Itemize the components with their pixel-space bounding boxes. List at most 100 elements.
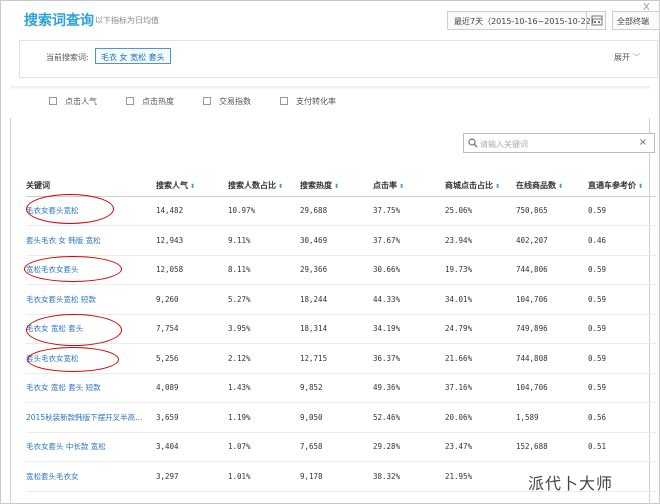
table-cell: 749,896 [516,314,588,344]
table-cell: 9,260 [156,284,228,315]
table-cell: 104,706 [516,284,588,315]
date-range-picker[interactable]: 最近7天（2015-10-16~2015-10-22） [447,11,606,30]
filter-label: 交易指数 [219,97,251,106]
checkbox-icon [203,97,211,105]
table-cell: 29,366 [300,255,373,285]
column-header-label: 关键词 [26,180,50,190]
filter-checkbox-trade-index[interactable]: 交易指数 [203,96,251,107]
checkbox-icon [280,97,288,105]
table-cell: 5,256 [156,343,228,374]
filter-checkbox-pay-conversion[interactable]: 支付转化率 [280,96,336,107]
table-cell: 3.95% [228,314,300,344]
sort-icon[interactable]: ⬍ [190,183,195,190]
table-cell: 29,688 [300,196,373,226]
table-cell: 37.67% [373,225,445,256]
column-header[interactable]: 商城点击占比 ⬍ [445,175,516,197]
search-icon [468,138,478,150]
table-cell: 0.59 [588,373,656,403]
table-cell: 9,178 [300,461,373,492]
expand-label: 展开 [614,53,630,62]
table-cell: 0.51 [588,432,656,462]
column-header-label: 在线商品数 [516,180,556,190]
table-cell: 1.07% [228,432,300,462]
table-cell: 34.19% [373,314,445,344]
sort-icon[interactable]: ⬍ [334,183,339,190]
table-cell: 12,943 [156,225,228,256]
date-range-label: 最近7天（2015-10-16~2015-10-22） [454,17,599,26]
table-cell: 3,404 [156,432,228,462]
table-cell: 4,089 [156,373,228,403]
table-cell: 9.11% [228,225,300,256]
table-header-row: 关键词 搜索人气 ⬍ 搜索人数占比 ⬍ 搜索热度 ⬍ 点击率 ⬍ 商城点击占比 ⬍ 在线商品数 ⬍ 直通车… [26,175,656,197]
column-header[interactable]: 点击率 ⬍ [373,175,445,197]
keyword-link[interactable]: 毛衣女 宽松 套头 短款 [26,373,156,403]
table-cell: 744,806 [516,255,588,285]
table-cell: 744,808 [516,343,588,374]
column-header[interactable]: 在线商品数 ⬍ [516,175,588,197]
sort-icon[interactable]: ⬍ [399,183,404,190]
terminal-select[interactable]: 全部终端 [612,11,660,30]
table-cell: 12,715 [300,343,373,374]
column-header-label: 搜索热度 [300,180,332,190]
clear-icon[interactable]: × [639,137,647,148]
sort-icon[interactable]: ⬍ [278,183,283,190]
table-cell: 29.28% [373,432,445,462]
keyword-link[interactable]: 毛衣女套头宽松 短款 [26,284,156,315]
calendar-icon[interactable] [586,11,606,30]
table-body: 毛衣女套头宽松 14,482 10.97% 29,688 37.75% 25.06% 750… [26,196,656,492]
table-cell: 3,659 [156,402,228,433]
table-cell: 2.12% [228,343,300,374]
table-cell: 30.66% [373,255,445,285]
table-cell: 9,050 [300,402,373,433]
table-cell: 8.11% [228,255,300,285]
table-cell: 402,207 [516,225,588,256]
filter-label: 点击人气 [65,97,97,106]
table-cell: 7,754 [156,314,228,344]
keyword-link[interactable]: 宽松套头毛衣女 [26,461,156,492]
highlight-circle [26,314,122,346]
sort-icon[interactable]: ⬍ [638,183,643,190]
sort-icon[interactable]: ⬍ [558,183,563,190]
keyword-link[interactable]: 2015秋装新款韩版下摆开叉半高… [26,402,156,433]
close-icon[interactable]: X [643,2,650,13]
table-row: 毛衣女套头宽松 14,482 10.97% 29,688 37.75% 25.06% 750… [26,196,656,226]
current-search-tag[interactable]: 毛衣 女 宽松 套头 [95,48,171,64]
table-cell: 152,688 [516,432,588,462]
search-placeholder: 请输入关键词 [480,140,528,149]
table-cell: 3,297 [156,461,228,492]
filter-checkbox-click-heat[interactable]: 点击热度 [126,96,174,107]
table-cell: 0.59 [588,314,656,344]
filter-checkbox-click-popularity[interactable]: 点击人气 [49,96,97,107]
checkbox-icon [49,97,57,105]
table-cell: 20.06% [445,402,516,433]
checkbox-icon [126,97,134,105]
table-cell: 0.59 [588,284,656,315]
table-cell: 1,589 [516,402,588,433]
table-cell: 30,469 [300,225,373,256]
expand-toggle[interactable]: 展开 ﹀ [614,52,641,63]
page-title: 搜索词查询 [24,13,94,29]
table-cell: 23.94% [445,225,516,256]
column-header-label: 点击率 [373,180,397,190]
column-header[interactable]: 搜索人数占比 ⬍ [228,175,300,197]
column-header: 关键词 [26,175,156,197]
table-cell: 7,658 [300,432,373,462]
sort-icon[interactable]: ⬍ [495,183,500,190]
table-cell: 0.56 [588,402,656,433]
keyword-link[interactable]: 毛衣女套头 中长款 宽松 [26,432,156,462]
table-cell: 24.79% [445,314,516,344]
column-header-label: 商城点击占比 [445,180,493,190]
watermark-text: 派代卜大师 [528,474,614,493]
column-header[interactable]: 搜索热度 ⬍ [300,175,373,197]
table-cell: 18,314 [300,314,373,344]
table-cell: 5.27% [228,284,300,315]
column-header[interactable]: 搜索人气 ⬍ [156,175,228,197]
table-cell: 1.01% [228,461,300,492]
section-divider [10,86,650,90]
column-header[interactable]: 直通车参考价 ⬍ [588,175,656,197]
table-cell: 14,482 [156,196,228,226]
keyword-link[interactable]: 套头毛衣 女 韩版 宽松 [26,225,156,256]
keyword-search-input[interactable]: 请输入关键词 × [463,133,655,153]
page-subtitle: 以下指标为日均值 [95,16,159,25]
column-header-label: 直通车参考价 [588,180,636,190]
